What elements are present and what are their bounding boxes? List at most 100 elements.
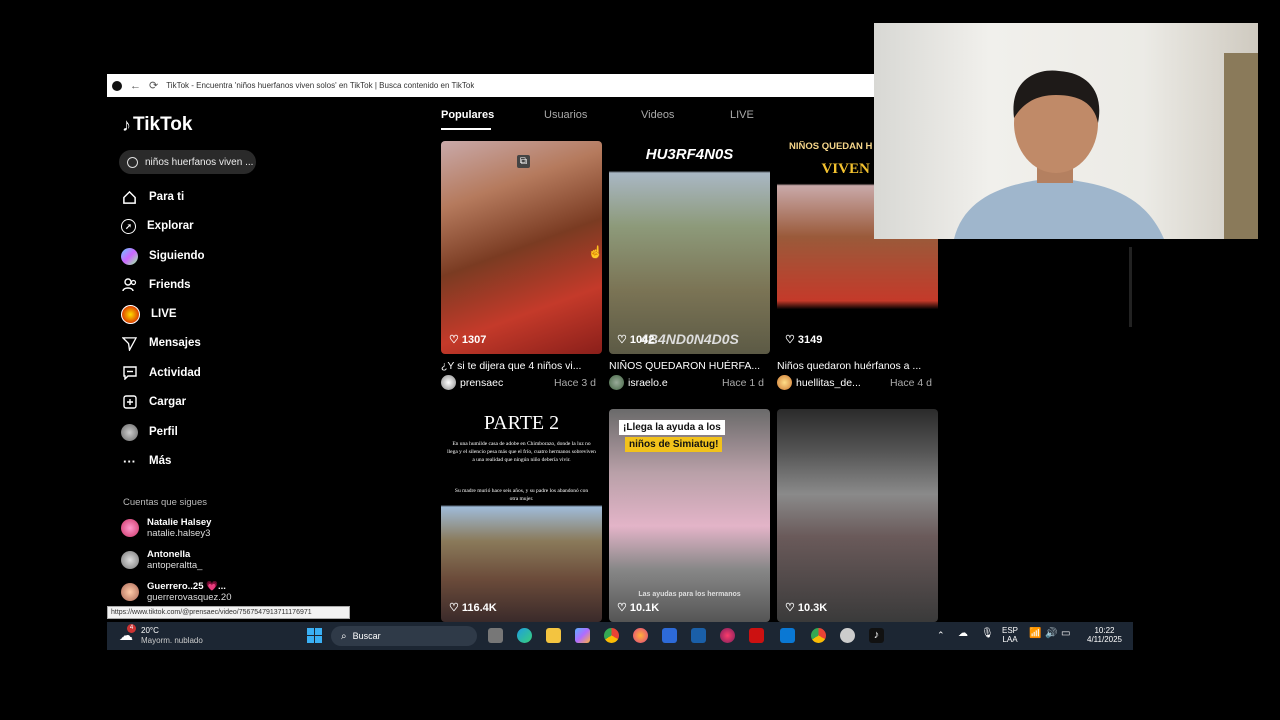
overlay-text: PARTE 2 bbox=[483, 412, 560, 434]
video-thumbnail[interactable]: ¡Llega la ayuda a los niños de Simiatug!… bbox=[609, 409, 770, 622]
search-input[interactable]: niños huerfanos viven ... bbox=[119, 150, 256, 174]
chrome-profile-icon[interactable] bbox=[811, 628, 826, 643]
account-name: Natalie Halsey bbox=[147, 517, 212, 528]
back-arrow-icon[interactable]: ← bbox=[130, 80, 141, 92]
video-card[interactable]: ⧉ ♡ 1307 ¿Y si te dijera que 4 niños vi..… bbox=[441, 141, 602, 390]
tab-live[interactable]: LIVE bbox=[730, 109, 754, 121]
chevron-up-icon[interactable]: ⌃ bbox=[937, 630, 945, 641]
likes-value: 10.1K bbox=[629, 601, 660, 614]
sidebar-item-label: Perfil bbox=[149, 426, 178, 438]
language-indicator[interactable]: ESP LAA bbox=[1002, 626, 1018, 644]
likes-value: 3149 bbox=[797, 333, 823, 346]
tab-populares[interactable]: Populares bbox=[441, 109, 494, 121]
windows-start-icon[interactable] bbox=[307, 628, 322, 643]
like-count: ♡ 10.1K bbox=[617, 601, 660, 615]
sidebar-item-label: Cargar bbox=[149, 396, 187, 408]
following-account[interactable]: Antonella antoperaltta_ bbox=[121, 549, 202, 571]
overlay-text: HU3RF4N0S bbox=[645, 146, 734, 163]
search-icon bbox=[127, 156, 138, 168]
video-author[interactable]: israelo.e bbox=[628, 377, 668, 389]
reload-icon[interactable]: ⟳ bbox=[149, 79, 158, 92]
file-explorer-icon[interactable] bbox=[546, 628, 561, 643]
sidebar-item-live[interactable]: LIVE bbox=[121, 303, 177, 325]
video-card[interactable]: HU3RF4N0S 4B4ND0N4D0S ♡ 1042 NIÑOS QUEDAR… bbox=[609, 141, 770, 390]
weather-temp[interactable]: 20°C bbox=[141, 626, 159, 635]
netflix-icon[interactable] bbox=[749, 628, 764, 643]
likes-value: 10.3K bbox=[797, 601, 828, 614]
clock[interactable]: 10:22 4/11/2025 bbox=[1087, 626, 1122, 644]
activity-icon bbox=[121, 365, 138, 382]
onedrive-icon[interactable]: ☁ bbox=[958, 628, 968, 639]
video-card[interactable]: ♡ 10.3K bbox=[777, 409, 938, 622]
copilot-icon[interactable] bbox=[575, 628, 590, 643]
likes-value: 1042 bbox=[629, 333, 655, 346]
video-card[interactable]: PARTE 2 En una humilde casa de adobe en … bbox=[441, 409, 602, 622]
following-header: Cuentas que sigues bbox=[123, 497, 207, 508]
keyboard-code: LAA bbox=[1002, 635, 1018, 644]
heart-icon: ♡ bbox=[449, 602, 459, 614]
firefox-icon[interactable] bbox=[633, 628, 648, 643]
upload-icon bbox=[121, 394, 138, 411]
tiktok-note-icon: ♪ bbox=[122, 114, 131, 135]
microphone-icon[interactable]: 🎙 bbox=[981, 628, 994, 639]
battery-icon[interactable]: ▭ bbox=[1061, 628, 1070, 639]
account-handle: natalie.halsey3 bbox=[147, 528, 211, 539]
sidebar-item-para-ti[interactable]: Para ti bbox=[121, 186, 184, 208]
edge-icon[interactable] bbox=[517, 628, 532, 643]
store-icon[interactable] bbox=[662, 628, 677, 643]
video-date: Hace 3 d bbox=[553, 376, 596, 389]
music-icon[interactable] bbox=[720, 628, 735, 643]
following-account[interactable]: Natalie Halsey natalie.halsey3 bbox=[121, 517, 211, 539]
sidebar-item-label: Explorar bbox=[147, 220, 194, 232]
wifi-icon[interactable]: 📶 bbox=[1029, 628, 1041, 639]
video-thumbnail[interactable]: HU3RF4N0S 4B4ND0N4D0S ♡ 1042 bbox=[609, 141, 770, 354]
video-caption[interactable]: ¿Y si te dijera que 4 niños vi... bbox=[441, 360, 602, 372]
video-thumbnail[interactable]: ♡ 10.3K bbox=[777, 409, 938, 622]
settings-icon[interactable] bbox=[840, 628, 855, 643]
like-count: ♡ 1307 bbox=[449, 333, 486, 347]
taskbar-search-label: Buscar bbox=[352, 631, 381, 641]
video-caption[interactable]: NIÑOS QUEDARON HUÉRFA... bbox=[609, 360, 770, 372]
taskbar-search[interactable]: ⌕ Buscar bbox=[331, 626, 477, 646]
account-name: Guerrero..25 💗... bbox=[147, 581, 226, 592]
likes-value: 116.4K bbox=[461, 601, 497, 614]
tiktok-logo[interactable]: ♪ TikTok bbox=[122, 114, 192, 136]
picture-in-picture-icon[interactable]: ⧉ bbox=[516, 155, 530, 168]
sidebar-item-siguiendo[interactable]: Siguiendo bbox=[121, 245, 205, 267]
tab-usuarios[interactable]: Usuarios bbox=[544, 109, 587, 121]
sidebar-item-mensajes[interactable]: Mensajes bbox=[121, 332, 201, 354]
like-count: ♡ 1042 bbox=[617, 333, 655, 347]
app-icon[interactable] bbox=[780, 628, 795, 643]
like-count: ♡ 116.4K bbox=[449, 601, 497, 615]
video-caption[interactable]: Niños quedaron huérfanos a ... bbox=[777, 360, 938, 372]
sidebar-item-cargar[interactable]: Cargar bbox=[121, 391, 186, 413]
logo-text: TikTok bbox=[133, 114, 193, 135]
search-value: niños huerfanos viven ... bbox=[145, 156, 254, 168]
sidebar-item-explorar[interactable]: ➚ Explorar bbox=[121, 215, 194, 237]
video-author[interactable]: huellitas_de... bbox=[796, 377, 861, 389]
active-tab-indicator bbox=[441, 128, 491, 130]
task-view-icon[interactable] bbox=[488, 628, 503, 643]
weather-desc[interactable]: Mayorm. nublado bbox=[141, 636, 203, 645]
tab-videos[interactable]: Videos bbox=[641, 109, 674, 121]
video-thumbnail[interactable]: PARTE 2 En una humilde casa de adobe en … bbox=[441, 409, 602, 622]
video-card[interactable]: ¡Llega la ayuda a los niños de Simiatug!… bbox=[609, 409, 770, 622]
sidebar-item-mas[interactable]: ··· Más bbox=[121, 450, 171, 472]
window-title: TikTok - Encuentra 'niños huerfanos vive… bbox=[166, 81, 475, 90]
sidebar-item-actividad[interactable]: Actividad bbox=[121, 362, 201, 384]
send-icon bbox=[121, 335, 138, 352]
clock-date: 4/11/2025 bbox=[1087, 635, 1122, 644]
avatar bbox=[777, 375, 792, 390]
sidebar-item-perfil[interactable]: Perfil bbox=[121, 421, 178, 443]
tiktok-taskbar-icon[interactable]: ♪ bbox=[869, 628, 884, 643]
sidebar-item-label: Para ti bbox=[149, 191, 185, 203]
scrollbar[interactable] bbox=[1129, 247, 1132, 327]
following-account[interactable]: Guerrero..25 💗... guerrerovasquez.20 bbox=[121, 581, 232, 603]
video-author[interactable]: prensaec bbox=[460, 377, 503, 389]
sidebar-item-friends[interactable]: Friends bbox=[121, 274, 191, 296]
snipping-tool-icon[interactable] bbox=[691, 628, 706, 643]
avatar bbox=[121, 551, 139, 569]
video-thumbnail[interactable]: ⧉ ♡ 1307 bbox=[441, 141, 602, 354]
chrome-icon[interactable] bbox=[604, 628, 619, 643]
volume-icon[interactable]: 🔊 bbox=[1045, 628, 1057, 639]
